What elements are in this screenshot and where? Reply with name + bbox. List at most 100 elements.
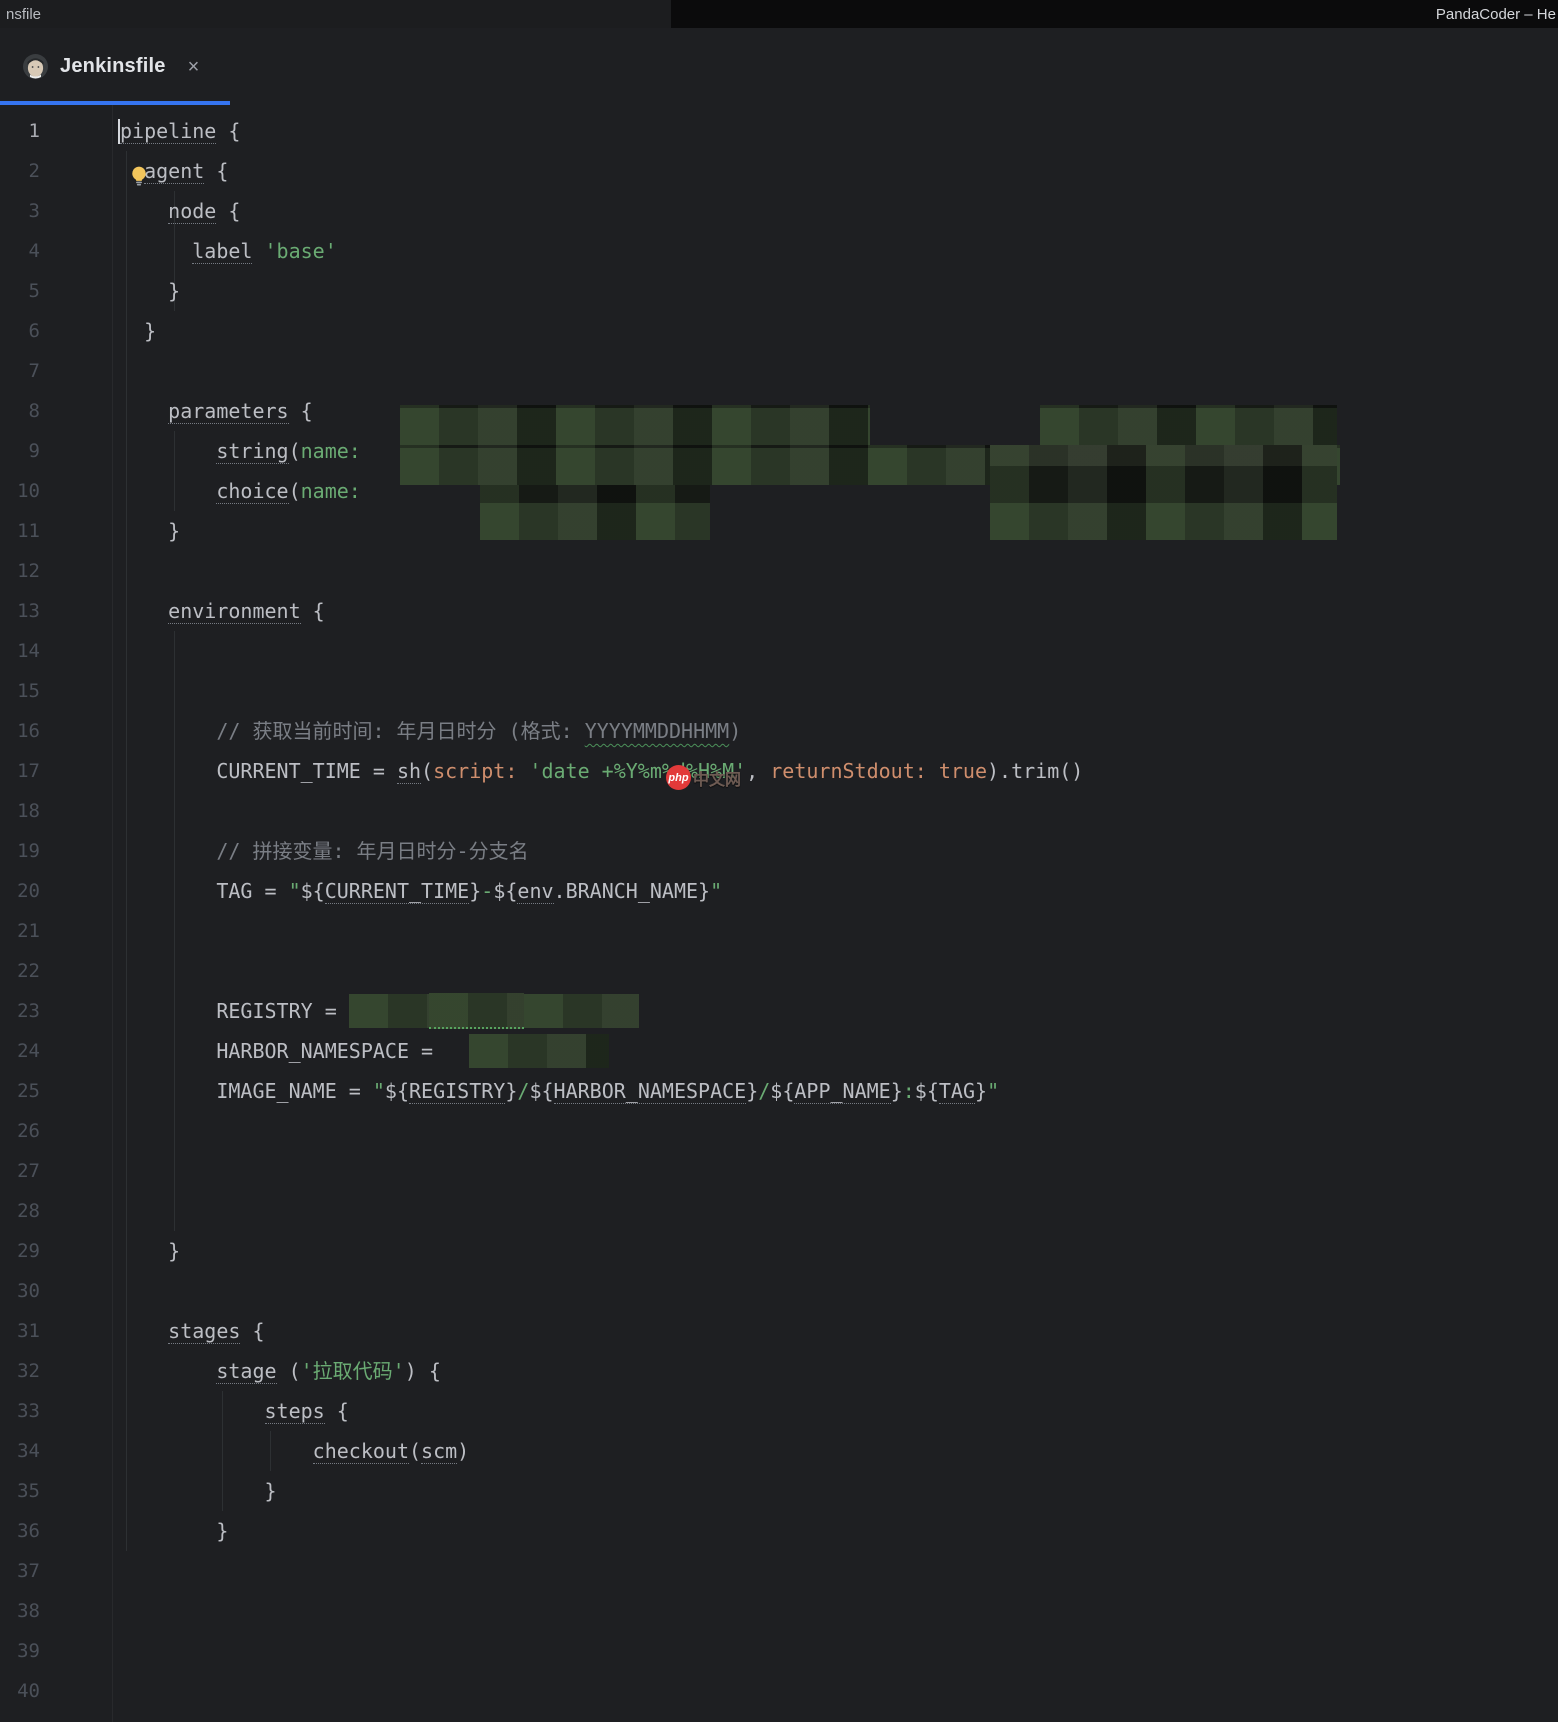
code-line[interactable]: 40 — [0, 1671, 1558, 1711]
code-line[interactable]: 29 } — [0, 1231, 1558, 1271]
line-number[interactable]: 14 — [0, 631, 40, 671]
code-token: returnStdout: — [770, 759, 939, 783]
code-line[interactable]: 2 agent { — [0, 151, 1558, 191]
line-number[interactable]: 9 — [0, 431, 40, 471]
code-token: - — [481, 879, 494, 903]
code-text: stages { — [40, 1311, 265, 1351]
code-line[interactable]: 6 } — [0, 311, 1558, 351]
line-number[interactable]: 18 — [0, 791, 40, 831]
code-line[interactable]: 17 CURRENT_TIME = sh(script: 'date +%Y%m… — [0, 751, 1558, 791]
intention-bulb-icon[interactable] — [128, 160, 150, 186]
line-number[interactable]: 2 — [0, 151, 40, 191]
code-line[interactable]: 15 — [0, 671, 1558, 711]
code-token: ${ — [529, 1079, 554, 1103]
code-line[interactable]: 32 stage ('拉取代码') { — [0, 1351, 1558, 1391]
line-number[interactable]: 32 — [0, 1351, 40, 1391]
code-token: ${ — [493, 879, 518, 903]
code-line[interactable]: 21 — [0, 911, 1558, 951]
code-line[interactable]: 22 — [0, 951, 1558, 991]
code-token: environment — [168, 599, 301, 624]
line-number[interactable]: 10 — [0, 471, 40, 511]
code-line[interactable]: 30 — [0, 1271, 1558, 1311]
line-number[interactable]: 8 — [0, 391, 40, 431]
line-number[interactable]: 30 — [0, 1271, 40, 1311]
code-text: // 拼接变量: 年月日时分-分支名 — [40, 831, 528, 871]
line-number[interactable]: 6 — [0, 311, 40, 351]
code-line[interactable]: 33 steps { — [0, 1391, 1558, 1431]
line-number[interactable]: 4 — [0, 231, 40, 271]
code-token: steps — [264, 1399, 325, 1424]
line-number[interactable]: 3 — [0, 191, 40, 231]
line-number[interactable]: 35 — [0, 1471, 40, 1511]
code-line[interactable]: 1 pipeline { — [0, 111, 1558, 151]
code-line[interactable]: 25 IMAGE_NAME = "${REGISTRY}/${HARBOR_NA… — [0, 1071, 1558, 1111]
line-number[interactable]: 15 — [0, 671, 40, 711]
line-number[interactable]: 36 — [0, 1511, 40, 1551]
code-line[interactable]: 24 HARBOR_NAMESPACE = — [0, 1031, 1558, 1071]
tab-close-icon[interactable]: × — [188, 57, 200, 77]
line-number[interactable]: 21 — [0, 911, 40, 951]
line-number[interactable]: 20 — [0, 871, 40, 911]
line-number[interactable]: 16 — [0, 711, 40, 751]
code-line[interactable]: 35 } — [0, 1471, 1558, 1511]
line-number[interactable]: 38 — [0, 1591, 40, 1631]
code-token: true — [938, 759, 988, 783]
line-number[interactable]: 24 — [0, 1031, 40, 1071]
code-token: " — [987, 1079, 1000, 1103]
line-number[interactable]: 13 — [0, 591, 40, 631]
code-line[interactable]: 16 // 获取当前时间: 年月日时分 (格式: YYYYMMDDHHMM) — [0, 711, 1558, 751]
code-line[interactable]: 31 stages { — [0, 1311, 1558, 1351]
code-line[interactable]: 14 — [0, 631, 1558, 671]
code-line[interactable]: 18 — [0, 791, 1558, 831]
code-line[interactable]: 23 REGISTRY = — [0, 991, 1558, 1031]
code-token: } — [469, 879, 482, 903]
line-number[interactable]: 27 — [0, 1151, 40, 1191]
code-line[interactable]: 37 — [0, 1551, 1558, 1591]
code-text: HARBOR_NAMESPACE = — [40, 1031, 610, 1071]
code-line[interactable]: 20 TAG = "${CURRENT_TIME}-${env.BRANCH_N… — [0, 871, 1558, 911]
code-line[interactable]: 26 — [0, 1111, 1558, 1151]
code-text: checkout(scm) — [40, 1431, 469, 1471]
line-number[interactable]: 1 — [0, 111, 40, 151]
code-line[interactable]: 28 — [0, 1191, 1558, 1231]
tab-jenkinsfile[interactable]: Jenkinsfile × — [0, 28, 217, 105]
code-line[interactable]: 4 label 'base' — [0, 231, 1558, 271]
line-number[interactable]: 11 — [0, 511, 40, 551]
line-number[interactable]: 34 — [0, 1431, 40, 1471]
line-number[interactable]: 40 — [0, 1671, 40, 1711]
code-line[interactable]: 34 checkout(scm) — [0, 1431, 1558, 1471]
code-line[interactable]: 38 — [0, 1591, 1558, 1631]
line-number[interactable]: 39 — [0, 1631, 40, 1671]
line-number[interactable]: 19 — [0, 831, 40, 871]
code-line[interactable]: 13 environment { — [0, 591, 1558, 631]
code-line[interactable]: 7 — [0, 351, 1558, 391]
code-text: TAG = "${CURRENT_TIME}-${env.BRANCH_NAME… — [40, 871, 722, 911]
code-line[interactable]: 39 — [0, 1631, 1558, 1671]
line-number[interactable]: 22 — [0, 951, 40, 991]
code-token: } — [890, 1079, 903, 1103]
code-line[interactable]: 12 — [0, 551, 1558, 591]
code-editor[interactable]: 1 pipeline {2 agent {3 node {4 label 'bas… — [0, 105, 1558, 1722]
line-number[interactable]: 7 — [0, 351, 40, 391]
line-number[interactable]: 29 — [0, 1231, 40, 1271]
line-number[interactable]: 37 — [0, 1551, 40, 1591]
php-watermark: php 中文网 — [666, 765, 741, 790]
line-number[interactable]: 25 — [0, 1071, 40, 1111]
code-line[interactable]: 5 } — [0, 271, 1558, 311]
line-number[interactable]: 5 — [0, 271, 40, 311]
line-number[interactable]: 17 — [0, 751, 40, 791]
code-line[interactable]: 3 node { — [0, 191, 1558, 231]
line-number[interactable]: 23 — [0, 991, 40, 1031]
line-number[interactable]: 31 — [0, 1311, 40, 1351]
code-token: ${ — [384, 1079, 410, 1103]
line-number[interactable]: 26 — [0, 1111, 40, 1151]
code-line[interactable]: 19 // 拼接变量: 年月日时分-分支名 — [0, 831, 1558, 871]
code-line[interactable]: 27 — [0, 1151, 1558, 1191]
line-number[interactable]: 28 — [0, 1191, 40, 1231]
line-number[interactable]: 33 — [0, 1391, 40, 1431]
line-number[interactable]: 12 — [0, 551, 40, 591]
code-line[interactable]: 36 } — [0, 1511, 1558, 1551]
